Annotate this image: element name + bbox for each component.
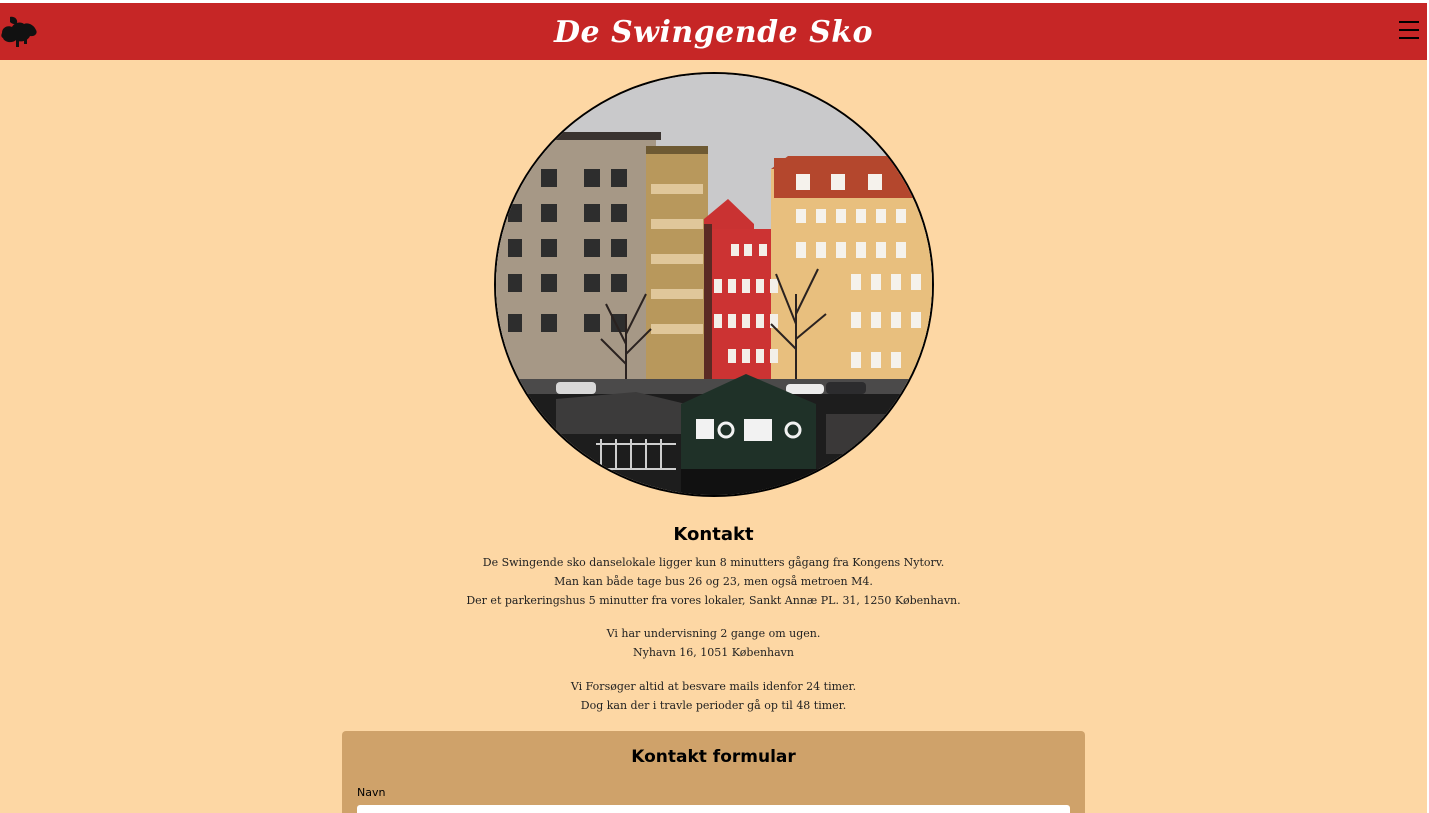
contact-line: Vi har undervisning 2 gange om ugen. [606,627,821,640]
contact-title: Kontakt [673,524,754,545]
hamburger-menu-icon[interactable] [1398,19,1420,41]
contact-line: Nyhavn 16, 1051 København [633,646,794,659]
contact-paragraph-location: De Swingende sko danselokale ligger kun … [0,553,1427,610]
contact-paragraph-lessons: Vi har undervisning 2 gange om ugen. Nyh… [0,624,1427,662]
site-title[interactable]: De Swingende Sko [0,15,1427,50]
name-field-label: Navn [357,786,386,799]
site-header: De Swingende Sko [0,3,1427,60]
contact-line: De Swingende sko danselokale ligger kun … [482,556,945,569]
contact-line: Vi Forsøger altid at besvare mails idenf… [570,680,857,693]
contact-form: Kontakt formular Navn [342,731,1085,813]
contact-paragraph-mail: Vi Forsøger altid at besvare mails idenf… [0,677,1427,715]
contact-line: Dog kan der i travle perioder gå op til … [580,699,847,712]
contact-line: Der et parkeringshus 5 minutter fra vore… [466,594,961,607]
contact-line: Man kan både tage bus 26 og 23, men også… [554,575,873,588]
nyhavn-houses-photo [494,72,934,497]
name-field[interactable] [357,805,1070,813]
contact-form-title: Kontakt formular [631,747,796,767]
